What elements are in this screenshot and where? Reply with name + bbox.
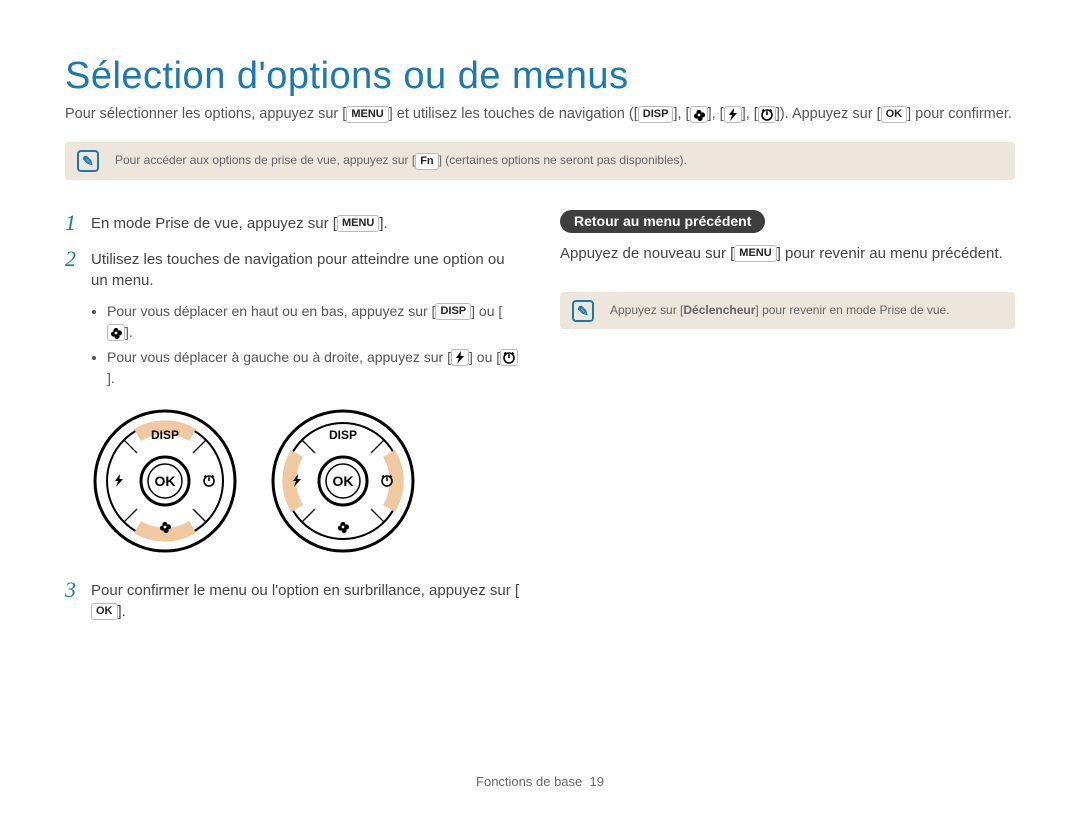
right-column: Retour au menu précédent Appuyez de nouv…	[560, 210, 1015, 632]
disp-button-label: DISP	[435, 303, 471, 320]
menu-button-label: MENU	[346, 106, 388, 123]
flash-icon	[451, 349, 469, 366]
note-icon: ✎	[77, 150, 99, 172]
disp-label: DISP	[329, 428, 357, 442]
timer-icon	[500, 349, 518, 366]
ok-label: OK	[155, 473, 176, 489]
ok-button-label: OK	[881, 106, 908, 123]
step-number: 3	[65, 577, 91, 603]
menu-button-label: MENU	[337, 215, 379, 232]
step-2: 2 Utilisez les touches de navigation pou…	[65, 246, 520, 291]
left-column: 1 En mode Prise de vue, appuyez sur [MEN…	[65, 210, 520, 632]
return-text: Appuyez de nouveau sur [MENU] pour reven…	[560, 243, 1015, 265]
note-shutter-return: ✎ Appuyez sur [Déclencheur] pour revenir…	[560, 292, 1015, 329]
shutter-bold: Déclencheur	[683, 303, 755, 317]
note-icon: ✎	[572, 300, 594, 322]
fn-button-label: Fn	[415, 153, 438, 170]
macro-icon	[107, 324, 125, 341]
step-1: 1 En mode Prise de vue, appuyez sur [MEN…	[65, 210, 520, 236]
page-footer: Fonctions de base 19	[0, 774, 1080, 789]
flash-icon	[724, 106, 742, 123]
ok-label: OK	[333, 473, 354, 489]
nav-dial-horizontal: OK DISP	[269, 407, 417, 555]
disp-label: DISP	[151, 428, 179, 442]
timer-icon	[758, 106, 776, 123]
note-fn-access: ✎ Pour accéder aux options de prise de v…	[65, 142, 1015, 179]
step-number: 2	[65, 246, 91, 272]
ok-button-label: OK	[91, 603, 118, 620]
nav-dial-vertical: OK DISP	[91, 407, 239, 555]
intro-paragraph: Pour sélectionner les options, appuyez s…	[65, 104, 1015, 124]
disp-button-label: DISP	[638, 106, 674, 123]
step-number: 1	[65, 210, 91, 236]
step-2-bullets: Pour vous déplacer en haut ou en bas, ap…	[107, 301, 520, 389]
macro-icon	[690, 106, 708, 123]
step-3: 3 Pour confirmer le menu ou l'option en …	[65, 577, 520, 622]
page-title: Sélection d'options ou de menus	[65, 55, 1015, 98]
menu-button-label: MENU	[734, 245, 776, 262]
return-heading-pill: Retour au menu précédent	[560, 210, 765, 233]
